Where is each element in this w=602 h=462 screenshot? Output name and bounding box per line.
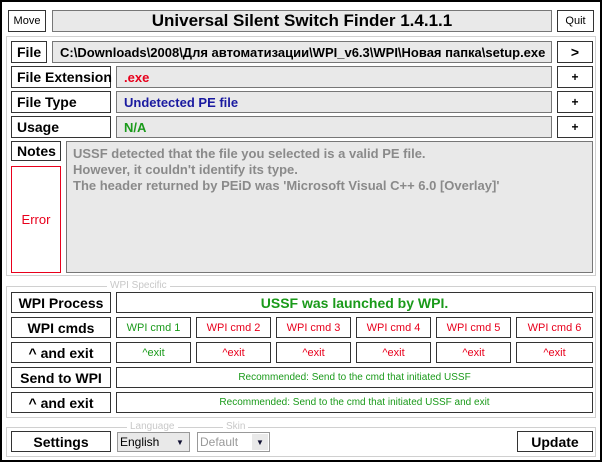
- notes-text: USSF detected that the file you selected…: [66, 141, 593, 273]
- and-exit-label: ^ and exit: [11, 342, 111, 363]
- skin-value: Default: [200, 435, 239, 449]
- skin-select[interactable]: Default ▼: [197, 432, 270, 452]
- send-to-wpi-label: Send to WPI: [11, 367, 111, 388]
- settings-button[interactable]: Settings: [11, 431, 111, 452]
- file-label: File: [11, 41, 47, 63]
- usage-label: Usage: [11, 116, 111, 138]
- wpi-cmd-2-button[interactable]: WPI cmd 2: [196, 317, 271, 338]
- app-window: Move Universal Silent Switch Finder 1.4.…: [0, 0, 602, 462]
- usage-plus-button[interactable]: +: [557, 116, 593, 138]
- exit-cmd-3-button[interactable]: ^exit: [276, 342, 351, 363]
- exit-cmd-1-button[interactable]: ^exit: [116, 342, 191, 363]
- usage-value: N/A: [116, 116, 552, 138]
- type-plus-button[interactable]: +: [557, 91, 593, 113]
- wpi-cmd-5-button[interactable]: WPI cmd 5: [436, 317, 511, 338]
- exit-cmd-5-button[interactable]: ^exit: [436, 342, 511, 363]
- wpi-process-value: USSF was launched by WPI.: [116, 292, 593, 313]
- browse-button[interactable]: >: [557, 41, 593, 63]
- file-type-value: Undetected PE file: [116, 91, 552, 113]
- file-type-label: File Type: [11, 91, 111, 113]
- language-select[interactable]: English ▼: [117, 432, 190, 452]
- file-extension-label: File Extension: [11, 66, 112, 88]
- language-label: Language: [127, 421, 178, 432]
- move-button[interactable]: Move: [8, 10, 46, 32]
- exit-cmd-4-button[interactable]: ^exit: [356, 342, 431, 363]
- language-value: English: [120, 435, 160, 449]
- notes-label: Notes: [11, 141, 61, 161]
- quit-button[interactable]: Quit: [557, 10, 594, 32]
- exit-cmd-6-button[interactable]: ^exit: [516, 342, 593, 363]
- file-extension-value: .exe: [116, 66, 552, 88]
- skin-label: Skin: [223, 421, 249, 432]
- update-button[interactable]: Update: [517, 431, 593, 452]
- chevron-down-icon: ▼: [252, 434, 268, 450]
- exit-cmd-2-button[interactable]: ^exit: [196, 342, 271, 363]
- send-and-exit-label: ^ and exit: [11, 392, 111, 413]
- notes-line: The header returned by PEiD was 'Microso…: [73, 178, 500, 193]
- notes-line: However, it couldn't identify its type.: [73, 162, 298, 177]
- wpi-cmd-1-button[interactable]: WPI cmd 1: [116, 317, 191, 338]
- file-path-field[interactable]: C:\Downloads\2008\Для автоматизации\WPI_…: [52, 41, 552, 63]
- chevron-down-icon: ▼: [176, 437, 184, 447]
- wpi-process-label: WPI Process: [11, 292, 111, 313]
- extension-plus-button[interactable]: +: [557, 66, 593, 88]
- error-status: Error: [11, 166, 61, 273]
- notes-line: USSF detected that the file you selected…: [73, 146, 426, 161]
- wpi-cmd-3-button[interactable]: WPI cmd 3: [276, 317, 351, 338]
- app-title: Universal Silent Switch Finder 1.4.1.1: [52, 10, 552, 32]
- wpi-group-label: WPI Specific: [107, 280, 170, 291]
- send-and-exit-button[interactable]: Recommended: Send to the cmd that initia…: [116, 392, 593, 413]
- wpi-cmd-4-button[interactable]: WPI cmd 4: [356, 317, 431, 338]
- wpi-cmd-6-button[interactable]: WPI cmd 6: [516, 317, 593, 338]
- send-to-wpi-button[interactable]: Recommended: Send to the cmd that initia…: [116, 367, 593, 388]
- wpi-cmds-label: WPI cmds: [11, 317, 111, 338]
